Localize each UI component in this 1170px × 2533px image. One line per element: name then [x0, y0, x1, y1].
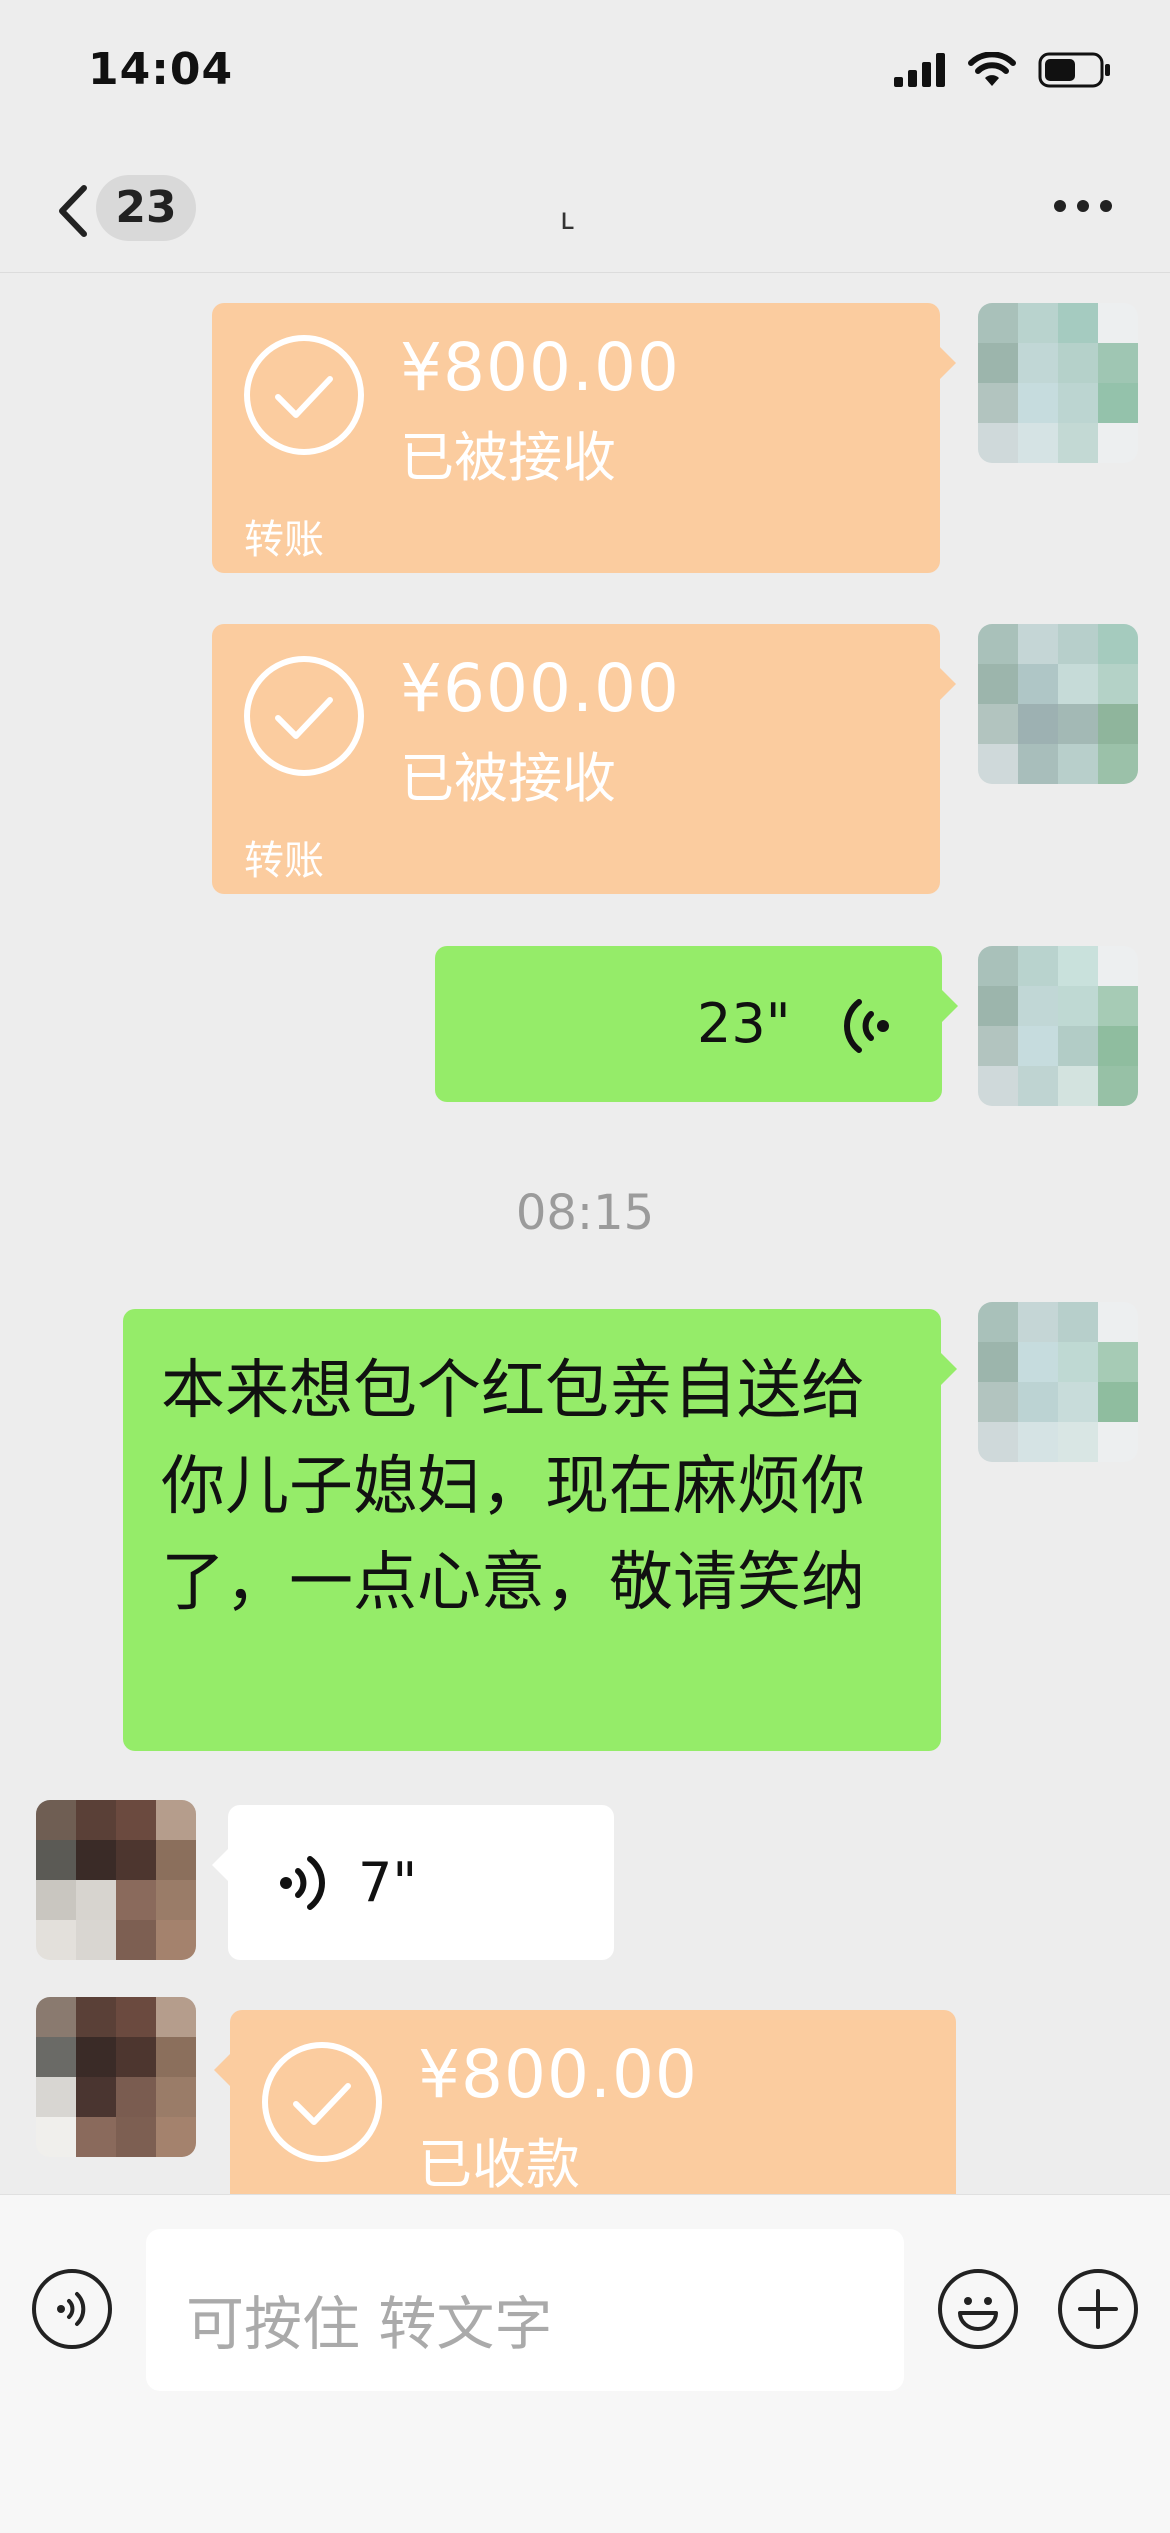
message-text: 本来想包个红包亲自送给你儿子媳妇，现在麻烦你了，一点心意，敬请笑纳 [161, 1354, 865, 1620]
voice-wave-icon [280, 1856, 325, 1910]
avatar-self[interactable] [978, 624, 1138, 784]
avatar-self[interactable] [978, 1302, 1138, 1462]
check-icon [244, 335, 364, 455]
status-icons [894, 52, 1112, 88]
transfer-amount: ¥800.00 [400, 329, 680, 406]
wifi-icon [968, 52, 1016, 86]
avatar-contact[interactable] [36, 1800, 196, 1960]
avatar-self[interactable] [978, 303, 1138, 463]
voice-duration: 23" [697, 992, 791, 1055]
voice-wave-icon [844, 999, 889, 1053]
emoji-icon[interactable] [938, 2269, 1018, 2349]
message-input[interactable]: 可按住 转文字 [146, 2229, 904, 2391]
voice-duration: 7" [358, 1851, 418, 1914]
transfer-label: 转账 [244, 838, 324, 884]
text-message-bubble[interactable]: 本来想包个红包亲自送给你儿子媳妇，现在麻烦你了，一点心意，敬请笑纳 [123, 1309, 957, 1751]
check-icon [244, 656, 364, 776]
transfer-amount: ¥600.00 [400, 650, 680, 727]
transfer-status: 已被接收 [400, 747, 616, 810]
input-bar: 可按住 转文字 [0, 2194, 1170, 2533]
voice-message-bubble[interactable]: 23" [435, 946, 958, 1102]
chat-title: ւ [560, 202, 574, 237]
transfer-card[interactable]: ¥800.00 已收款 [214, 2010, 956, 2196]
transfer-card[interactable]: ¥600.00 已被接收 转账 [212, 624, 956, 894]
voice-message-bubble[interactable]: 7" [212, 1805, 614, 1960]
check-icon [262, 2042, 382, 2162]
input-placeholder: 可按住 转文字 [186, 2290, 553, 2358]
chat-header: 23 ւ [0, 150, 1170, 273]
avatar-contact[interactable] [36, 1997, 196, 2157]
avatar-self[interactable] [978, 946, 1138, 1106]
transfer-status: 已被接收 [400, 426, 616, 489]
chat-timestamp: 08:15 [515, 1185, 655, 1241]
more-icon[interactable] [1054, 200, 1112, 212]
status-time: 14:04 [88, 44, 234, 95]
voice-toggle-icon[interactable] [32, 2269, 112, 2349]
transfer-amount: ¥800.00 [418, 2036, 698, 2113]
battery-icon [1038, 52, 1110, 88]
transfer-card[interactable]: ¥800.00 已被接收 转账 [212, 303, 956, 573]
signal-icon [894, 53, 945, 87]
transfer-label: 转账 [244, 517, 324, 563]
plus-icon[interactable] [1058, 2269, 1138, 2349]
transfer-status: 已收款 [418, 2133, 580, 2196]
unread-count-badge[interactable]: 23 [96, 175, 196, 241]
